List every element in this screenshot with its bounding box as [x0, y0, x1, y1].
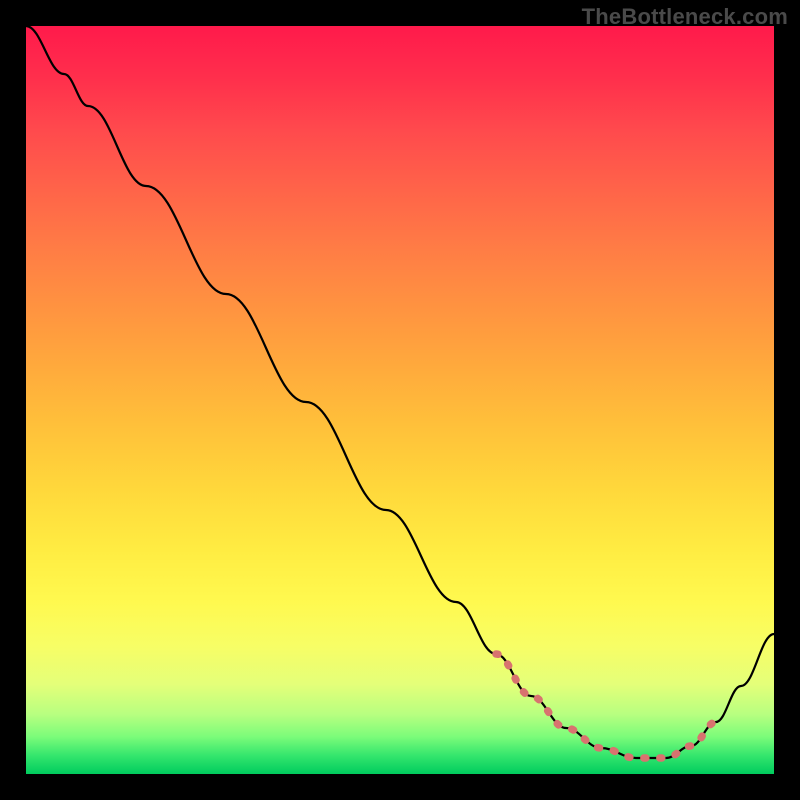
curve-layer — [26, 26, 774, 774]
bottleneck-curve — [26, 26, 774, 758]
trough-highlight-dots — [496, 654, 716, 758]
plot-area — [26, 26, 774, 774]
watermark-text: TheBottleneck.com — [582, 4, 788, 30]
chart-frame: TheBottleneck.com — [0, 0, 800, 800]
